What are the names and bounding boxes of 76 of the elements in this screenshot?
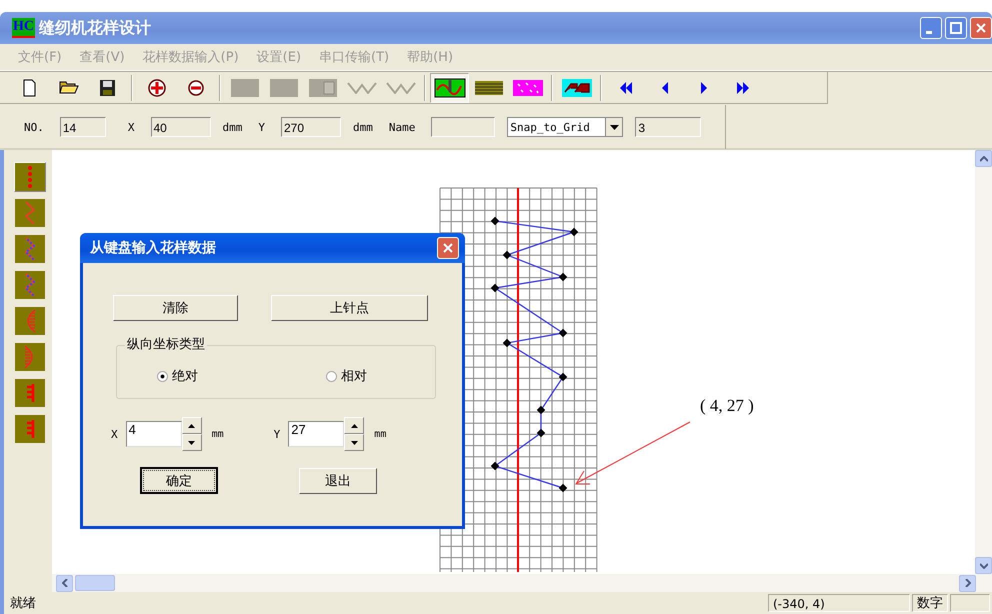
block-icon <box>270 78 298 96</box>
zigzag-stitch-icon <box>25 201 35 225</box>
number-label: NO. <box>24 120 44 134</box>
mesh-icon <box>474 80 502 94</box>
next-icon <box>700 82 706 94</box>
ok-button[interactable]: 确定 <box>140 467 218 494</box>
y-label: Y <box>258 120 265 134</box>
wave-stitch-icon <box>25 273 35 297</box>
zigzag-icon <box>346 82 376 94</box>
radio-option[interactable]: 绝对 <box>157 367 198 385</box>
status-text: 就绪 <box>9 595 37 612</box>
x-label: X <box>128 120 134 134</box>
dialog-title: 从键盘输入花样数据 <box>90 239 216 257</box>
value-field[interactable]: 3 <box>635 117 702 137</box>
x-label: X <box>111 428 118 440</box>
minimize-button[interactable] <box>920 17 942 39</box>
wave-stitch-icon <box>25 237 35 261</box>
dots-stitch-icon <box>27 166 33 188</box>
name-field[interactable] <box>431 117 496 137</box>
y-field[interactable]: 270 <box>281 117 341 137</box>
maximize-button[interactable] <box>945 17 967 39</box>
comb-stitch-icon <box>26 383 34 403</box>
window-title: 缝纫机花样设计 <box>39 18 151 38</box>
unit-label: dmm <box>353 120 373 134</box>
stitch-icon <box>434 78 466 98</box>
scroll-left-button[interactable] <box>56 574 73 592</box>
spin-buttons[interactable] <box>344 417 364 451</box>
spin-buttons[interactable] <box>182 417 202 451</box>
num-lock-pane: 数字 <box>912 594 948 612</box>
radio-button[interactable] <box>326 370 337 382</box>
status-pane <box>950 594 990 612</box>
radio-option[interactable]: 相对 <box>326 367 367 385</box>
scroll-up-button[interactable] <box>975 150 992 167</box>
unit-label: mm <box>212 428 224 440</box>
upper-point-button[interactable]: 上针点 <box>271 295 428 321</box>
x-field[interactable]: 40 <box>150 117 210 137</box>
prev-icon <box>662 82 668 94</box>
close-icon <box>442 242 454 254</box>
block-icon <box>230 78 258 96</box>
horizontal-scrollbar[interactable] <box>52 574 992 592</box>
vertical-scrollbar[interactable] <box>975 150 992 574</box>
last-icon <box>736 82 748 94</box>
zoom-out-icon <box>188 80 204 96</box>
exit-button[interactable]: 退出 <box>299 468 377 494</box>
close-icon <box>975 22 987 34</box>
stitch-tool-button[interactable] <box>430 72 469 102</box>
y-label: Y <box>274 428 280 440</box>
scroll-down-button[interactable] <box>975 557 992 574</box>
coordinates-pane: (-340, 4) <box>768 594 910 612</box>
open-icon <box>58 81 78 94</box>
comb-stitch-icon <box>26 419 34 439</box>
new-icon <box>23 78 36 96</box>
dialog-close-button[interactable] <box>437 237 459 259</box>
scrollbar-thumb[interactable] <box>75 575 115 591</box>
close-button[interactable] <box>970 17 992 39</box>
x-input[interactable]: 4 <box>126 421 182 447</box>
y-input[interactable]: 27 <box>288 421 344 447</box>
scatter-icon <box>512 80 542 96</box>
snap-dropdown[interactable]: Snap_to_Grid <box>507 117 624 137</box>
save-icon <box>100 80 115 96</box>
first-icon <box>620 82 632 94</box>
app-logo: HC <box>12 18 35 38</box>
minimize-icon <box>926 30 932 34</box>
name-label: Name <box>388 120 416 134</box>
clear-button[interactable]: 清除 <box>113 295 238 321</box>
maximize-icon <box>950 22 962 34</box>
group-label: 纵向坐标类型 <box>125 337 207 353</box>
radio-button[interactable] <box>157 370 168 382</box>
frame-icon <box>308 78 336 96</box>
unit-label: dmm <box>222 120 242 134</box>
unit-label: mm <box>374 428 386 440</box>
number-field[interactable]: 14 <box>60 117 106 137</box>
scroll-right-button[interactable] <box>959 574 976 592</box>
coordinate-label: ( 4, 27 ) <box>700 396 754 416</box>
zoom-in-icon <box>148 78 166 96</box>
zigzag-icon <box>386 82 416 94</box>
